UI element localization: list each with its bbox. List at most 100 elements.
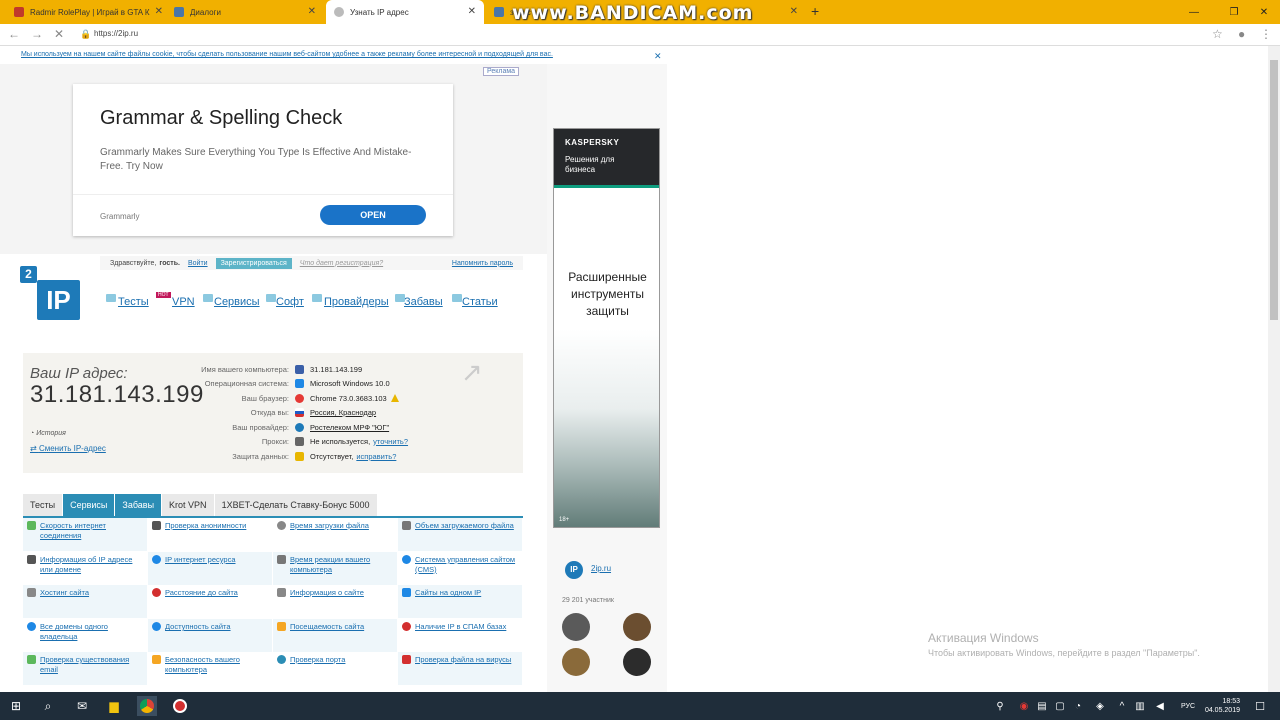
tab-krot-vpn[interactable]: Krot VPN [162, 494, 214, 516]
nav-soft[interactable]: Софт [266, 294, 304, 308]
nav-fun[interactable]: Забавы [395, 294, 443, 308]
search-icon[interactable]: ⌕ [38, 696, 58, 716]
avatar[interactable] [562, 648, 590, 676]
folder-icon[interactable]: ▆ [104, 696, 124, 716]
tray-icon[interactable]: ▢ [1050, 696, 1070, 716]
close-icon[interactable]: ✕ [308, 6, 316, 17]
remind-password-link[interactable]: Напомнить пароль [452, 260, 513, 267]
services-icon [203, 294, 213, 302]
ad-label[interactable]: Реклама [483, 67, 520, 76]
list-item[interactable]: Скорость интернет соединения [23, 518, 147, 551]
avatar[interactable] [623, 648, 651, 676]
tray-icon[interactable]: ◔ [1068, 696, 1088, 716]
browser-tab-radmir[interactable]: Radmir RolePlay | Играй в GTA К ✕ [6, 0, 171, 24]
activation-title: Активация Windows [928, 631, 1039, 645]
plus-icon[interactable]: + [811, 3, 819, 19]
list-item[interactable]: Все домены одного владельца [23, 619, 147, 652]
windows-start-icon[interactable]: ⊞ [6, 696, 26, 716]
scrollbar[interactable] [1268, 46, 1280, 692]
community-name[interactable]: 2ip.ru [591, 564, 611, 573]
kaspersky-logo: KASPERSKY [565, 138, 620, 147]
list-item[interactable]: Проверка порта [273, 652, 397, 685]
list-item[interactable]: Сайты на одном IP [398, 585, 522, 618]
close-icon[interactable]: ✕ [468, 6, 476, 17]
kaspersky-ad[interactable]: KASPERSKY Решения для бизнеса Расширенны… [553, 128, 660, 528]
clock[interactable]: 18:53 04.05.2019 [1180, 697, 1240, 715]
list-item[interactable]: Время загрузки файла [273, 518, 397, 551]
russia-flag-icon [295, 407, 304, 417]
ad-description: Grammarly Makes Sure Everything You Type… [100, 147, 412, 172]
notifications-icon[interactable]: ☐ [1250, 696, 1270, 716]
nav-vpn[interactable]: HOT VPN [156, 292, 195, 308]
back-icon[interactable]: ← [8, 27, 20, 41]
list-item[interactable]: Время реакции вашего компьютера [273, 552, 397, 585]
stop-icon[interactable]: ✕ [54, 27, 64, 41]
tab-1xbet[interactable]: 1XBET-Сделать Ставку-Бонус 5000 [214, 494, 377, 516]
list-item[interactable]: Хостинг сайта [23, 585, 147, 618]
record-icon[interactable]: ◉ [1014, 696, 1034, 716]
tray-icon[interactable]: ▤ [1032, 696, 1052, 716]
why-register-link[interactable]: Что дает регистрация? [300, 260, 383, 267]
tab-fun[interactable]: Забавы [115, 494, 162, 516]
nav-articles[interactable]: Статьи [452, 294, 498, 308]
mail-icon[interactable]: ✉ [72, 696, 92, 716]
menu-icon[interactable]: ⋮ [1260, 27, 1272, 41]
open-button[interactable]: OPEN [320, 205, 426, 225]
change-ip-link[interactable]: ⇄ Сменить IP-адрес [30, 444, 106, 453]
list-item[interactable]: Информация о сайте [273, 585, 397, 618]
2ip-community-logo[interactable]: IP [565, 561, 583, 579]
ip-info-box: Ваш IP адрес: 31.181.143.199 ◔ История ⇄… [23, 353, 523, 473]
cookie-text[interactable]: Мы используем на нашем сайте файлы cooki… [21, 51, 553, 58]
list-item[interactable]: IP интернет ресурса [148, 552, 272, 585]
chevron-up-icon[interactable]: ^ [1112, 696, 1132, 716]
close-window-icon[interactable]: ✕ [1244, 0, 1280, 24]
nav-services[interactable]: Сервисы [203, 294, 260, 308]
list-item[interactable]: Доступность сайта [148, 619, 272, 652]
list-item[interactable]: Система управления сайтом (CMS) [398, 552, 522, 585]
browser-tab-2ip[interactable]: Узнать IP адрес ✕ [326, 0, 484, 24]
list-item[interactable]: Проверка существования email [23, 652, 147, 685]
forward-icon[interactable]: → [31, 27, 43, 41]
avatar[interactable] [562, 613, 590, 641]
minimize-icon[interactable]: — [1174, 0, 1214, 24]
scrollbar-thumb[interactable] [1270, 60, 1278, 320]
2ip-logo[interactable]: 2 IP [20, 266, 80, 320]
close-icon[interactable]: ✕ [654, 51, 662, 62]
login-link[interactable]: Войти [188, 260, 208, 267]
guest-label: гость. [159, 259, 180, 267]
person-icon[interactable]: ⚲ [990, 696, 1010, 716]
lock-icon: 🔒 [80, 29, 92, 39]
history-link[interactable]: ◔ История [30, 430, 66, 437]
close-icon[interactable]: ✕ [155, 6, 163, 17]
hot-badge: HOT [156, 292, 171, 298]
ad-title: Grammar & Spelling Check [100, 107, 343, 129]
volume-icon[interactable]: ◀ [1150, 696, 1170, 716]
register-button[interactable]: Зарегистрироваться [215, 257, 292, 269]
soft-icon [266, 294, 276, 302]
avatar[interactable] [623, 613, 651, 641]
list-item[interactable]: Посещаемость сайта [273, 619, 397, 652]
nav-providers[interactable]: Провайдеры [312, 294, 389, 308]
nav-tests[interactable]: Тесты [106, 294, 149, 308]
chrome-icon[interactable] [137, 696, 157, 716]
list-item[interactable]: Проверка файла на вирусы [398, 652, 522, 685]
url-field[interactable]: https://2ip.ru [94, 29, 138, 38]
browser-tab-dialogs[interactable]: Диалоги ✕ [166, 0, 324, 24]
proxy-icon [295, 436, 304, 446]
bandicam-icon[interactable] [170, 696, 190, 716]
list-item[interactable]: Наличие IP в СПАМ базах [398, 619, 522, 652]
tab-tests[interactable]: Тесты [23, 494, 63, 516]
bookmark-star-icon[interactable]: ☆ [1212, 27, 1223, 41]
account-icon[interactable]: ● [1238, 27, 1245, 41]
close-icon[interactable]: ✕ [790, 6, 798, 17]
list-item[interactable]: Информация об IP адресе или домене [23, 552, 147, 585]
list-item[interactable]: Проверка анонимности [148, 518, 272, 551]
fun-icon [395, 294, 405, 302]
list-item[interactable]: Расстояние до сайта [148, 585, 272, 618]
list-item[interactable]: Безопасность вашего компьютера [148, 652, 272, 685]
network-icon[interactable]: ▥ [1130, 696, 1150, 716]
tab-services[interactable]: Сервисы [63, 494, 115, 516]
list-item[interactable]: Объем загружаемого файла [398, 518, 522, 551]
grammarly-ad[interactable]: Grammar & Spelling Check Grammarly Makes… [73, 84, 453, 236]
tray-icon[interactable]: ◈ [1090, 696, 1110, 716]
